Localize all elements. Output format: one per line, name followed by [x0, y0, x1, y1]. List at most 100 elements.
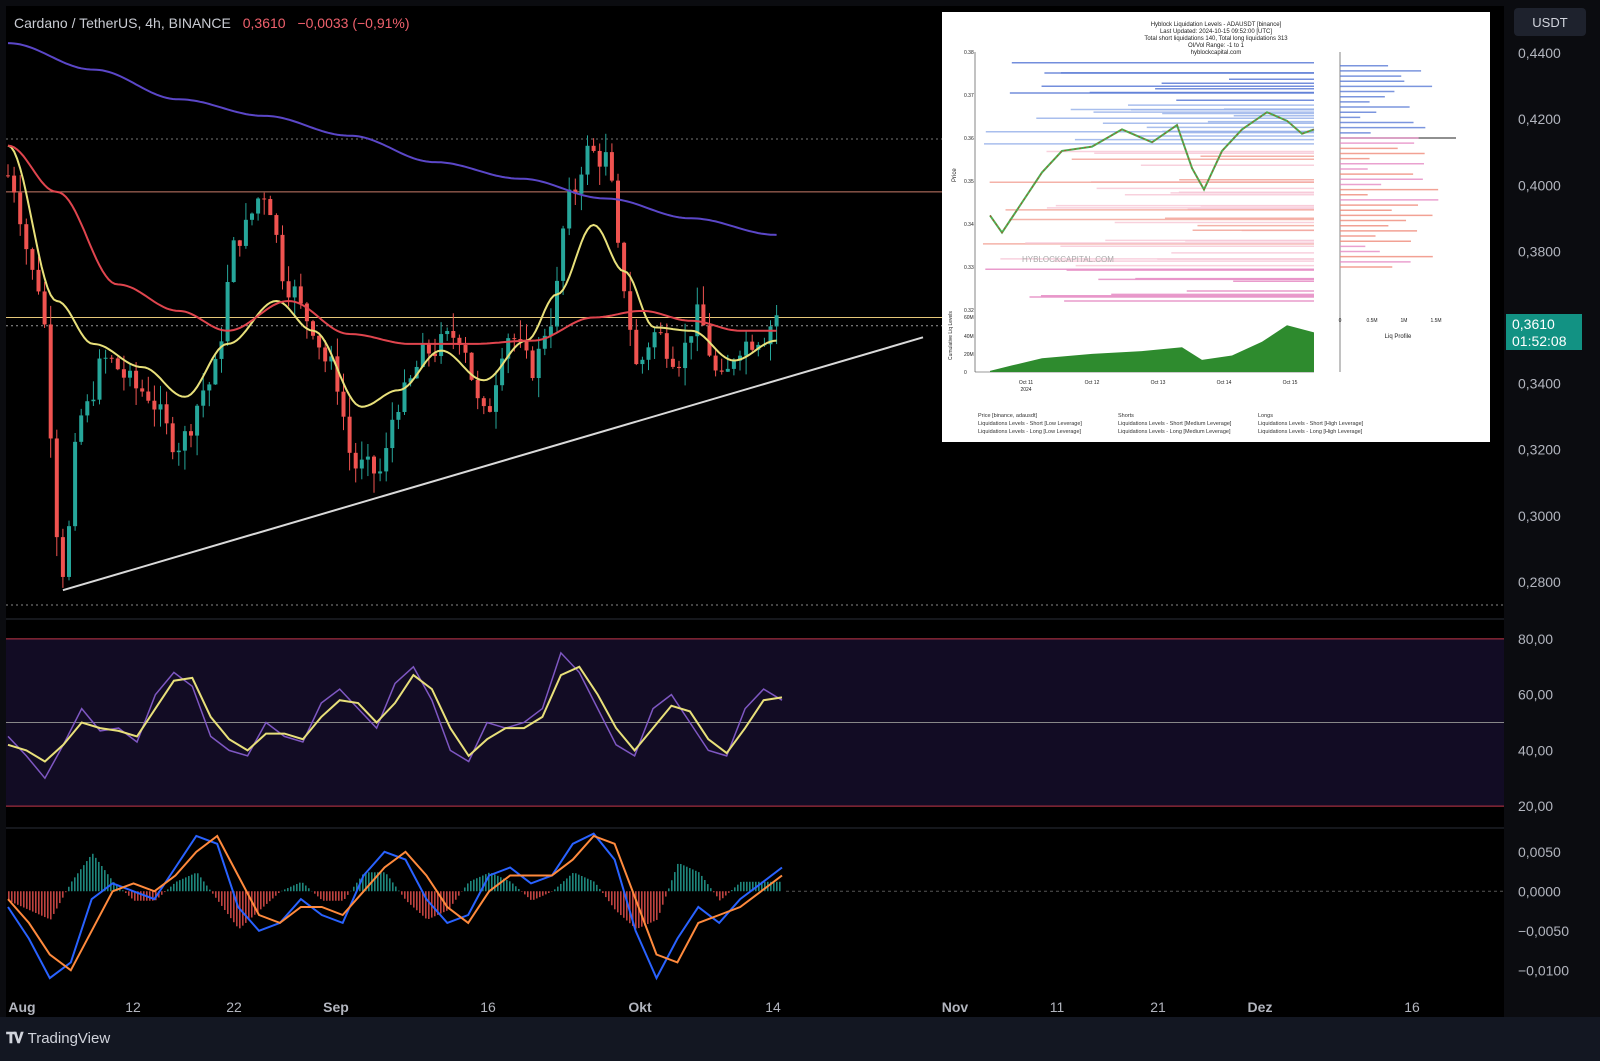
macd-histogram-bar: [374, 872, 376, 892]
candle-body: [268, 199, 273, 216]
macd-histogram-bar: [170, 886, 172, 892]
candle-body: [146, 391, 151, 401]
macd-histogram-bar: [734, 887, 736, 892]
macd-histogram-bar: [578, 874, 580, 892]
macd-histogram-bar: [131, 891, 133, 899]
macd-histogram-bar: [83, 865, 85, 892]
macd-histogram-bar: [122, 890, 124, 892]
macd-histogram-bar: [80, 869, 82, 892]
macd-histogram-bar: [569, 875, 571, 892]
candle-body: [42, 291, 47, 325]
candle-body: [6, 175, 10, 177]
macd-histogram-bar: [617, 891, 619, 913]
tradingview-logo-icon[interactable]: 𝐓𝐕: [6, 1030, 24, 1047]
price-axis-label: 0,2800: [1518, 574, 1561, 590]
inset-price-line: [989, 111, 1315, 235]
macd-histogram-bar: [287, 888, 289, 892]
macd-histogram-bar: [740, 881, 742, 892]
inset-cum-tick: 40M: [964, 334, 974, 340]
rsi-axis-label: 40,00: [1518, 742, 1553, 758]
candle-body: [365, 456, 370, 460]
candle-body: [689, 336, 694, 343]
candle-body: [774, 315, 779, 327]
candle-body: [524, 340, 529, 351]
price-tag-price: 0,3610: [1512, 316, 1555, 332]
symbol-name[interactable]: Cardano / TetherUS, 4h, BINANCE: [14, 15, 231, 31]
time-axis-label: 16: [1404, 999, 1420, 1015]
macd-histogram-bar: [14, 891, 16, 904]
macd-histogram-bar: [650, 891, 652, 923]
candle-body: [250, 213, 254, 220]
price-change: −0,0033 (−0,91%): [297, 15, 410, 31]
macd-histogram-bar: [674, 872, 676, 892]
candle-body: [378, 471, 383, 474]
inset-profile-tick: 0: [1339, 318, 1342, 324]
candle-body: [628, 291, 633, 330]
candle-body: [225, 282, 230, 342]
candle-body: [603, 152, 608, 167]
currency-button[interactable]: USDT: [1514, 8, 1586, 36]
macd-histogram-bar: [575, 873, 577, 892]
candle-body: [750, 341, 755, 350]
legend-item: Shorts: [1118, 413, 1134, 419]
macd-histogram-bar: [47, 891, 49, 919]
macd-histogram-bar: [548, 891, 550, 894]
candle-body: [616, 180, 620, 243]
macd-histogram-bar: [245, 891, 247, 923]
macd-histogram-bar: [347, 891, 349, 895]
brand-name[interactable]: TradingView: [28, 1030, 111, 1047]
macd-histogram-bar: [581, 876, 583, 892]
macd-histogram-bar: [452, 891, 454, 904]
macd-histogram-bar: [653, 891, 655, 922]
macd-histogram-bar: [395, 886, 397, 892]
candle-body: [561, 228, 566, 281]
macd-histogram-bar: [509, 881, 511, 892]
macd-histogram-bar: [227, 891, 229, 915]
macd-histogram-bar: [545, 891, 547, 895]
macd-histogram-bar: [539, 891, 541, 898]
macd-histogram-bar: [749, 881, 751, 892]
macd-histogram-bar: [662, 891, 664, 905]
candle-body: [396, 411, 401, 420]
macd-histogram-bar: [272, 891, 274, 899]
time-axis-label: 12: [125, 999, 141, 1015]
macd-histogram-bar: [56, 891, 58, 909]
macd-histogram-bar: [665, 891, 667, 897]
macd-histogram-bar: [743, 881, 745, 892]
candle-body: [359, 459, 364, 469]
macd-histogram-bar: [686, 866, 688, 892]
macd-histogram-bar: [326, 891, 328, 901]
inset-title-line: Hyblock Liquidation Levels - ADAUSDT [bi…: [1150, 22, 1282, 28]
macd-histogram-bar: [320, 891, 322, 900]
macd-histogram-bar: [293, 885, 295, 892]
macd-histogram-bar: [26, 891, 28, 909]
inset-x-tick: Oct 14: [1217, 380, 1232, 386]
macd-histogram-bar: [455, 891, 457, 900]
macd-histogram-bar: [587, 878, 589, 892]
macd-histogram-bar: [500, 877, 502, 892]
macd-histogram-bar: [53, 891, 55, 914]
candle-body: [487, 406, 492, 412]
macd-histogram-bar: [254, 891, 256, 915]
macd-histogram-bar: [467, 883, 469, 892]
candle-body: [12, 175, 17, 193]
macd-axis-label: −0,0100: [1518, 962, 1569, 978]
macd-histogram-bar: [263, 891, 265, 907]
macd-histogram-bar: [656, 891, 658, 920]
candle-body: [201, 390, 206, 406]
macd-histogram-bar: [191, 874, 193, 892]
macd-histogram-bar: [524, 891, 526, 895]
macd-histogram-bar: [596, 884, 598, 892]
macd-histogram-bar: [419, 891, 421, 914]
macd-histogram-bar: [20, 891, 22, 907]
macd-histogram-bar: [401, 891, 403, 895]
macd-histogram-bar: [182, 878, 184, 892]
candle-body: [274, 215, 279, 235]
macd-histogram-bar: [593, 881, 595, 892]
macd-histogram-bar: [647, 891, 649, 924]
macd-histogram-bar: [413, 891, 415, 908]
candle-body: [292, 286, 297, 298]
candle-body: [311, 321, 315, 336]
candle-body: [481, 398, 486, 407]
macd-histogram-bar: [203, 881, 205, 892]
